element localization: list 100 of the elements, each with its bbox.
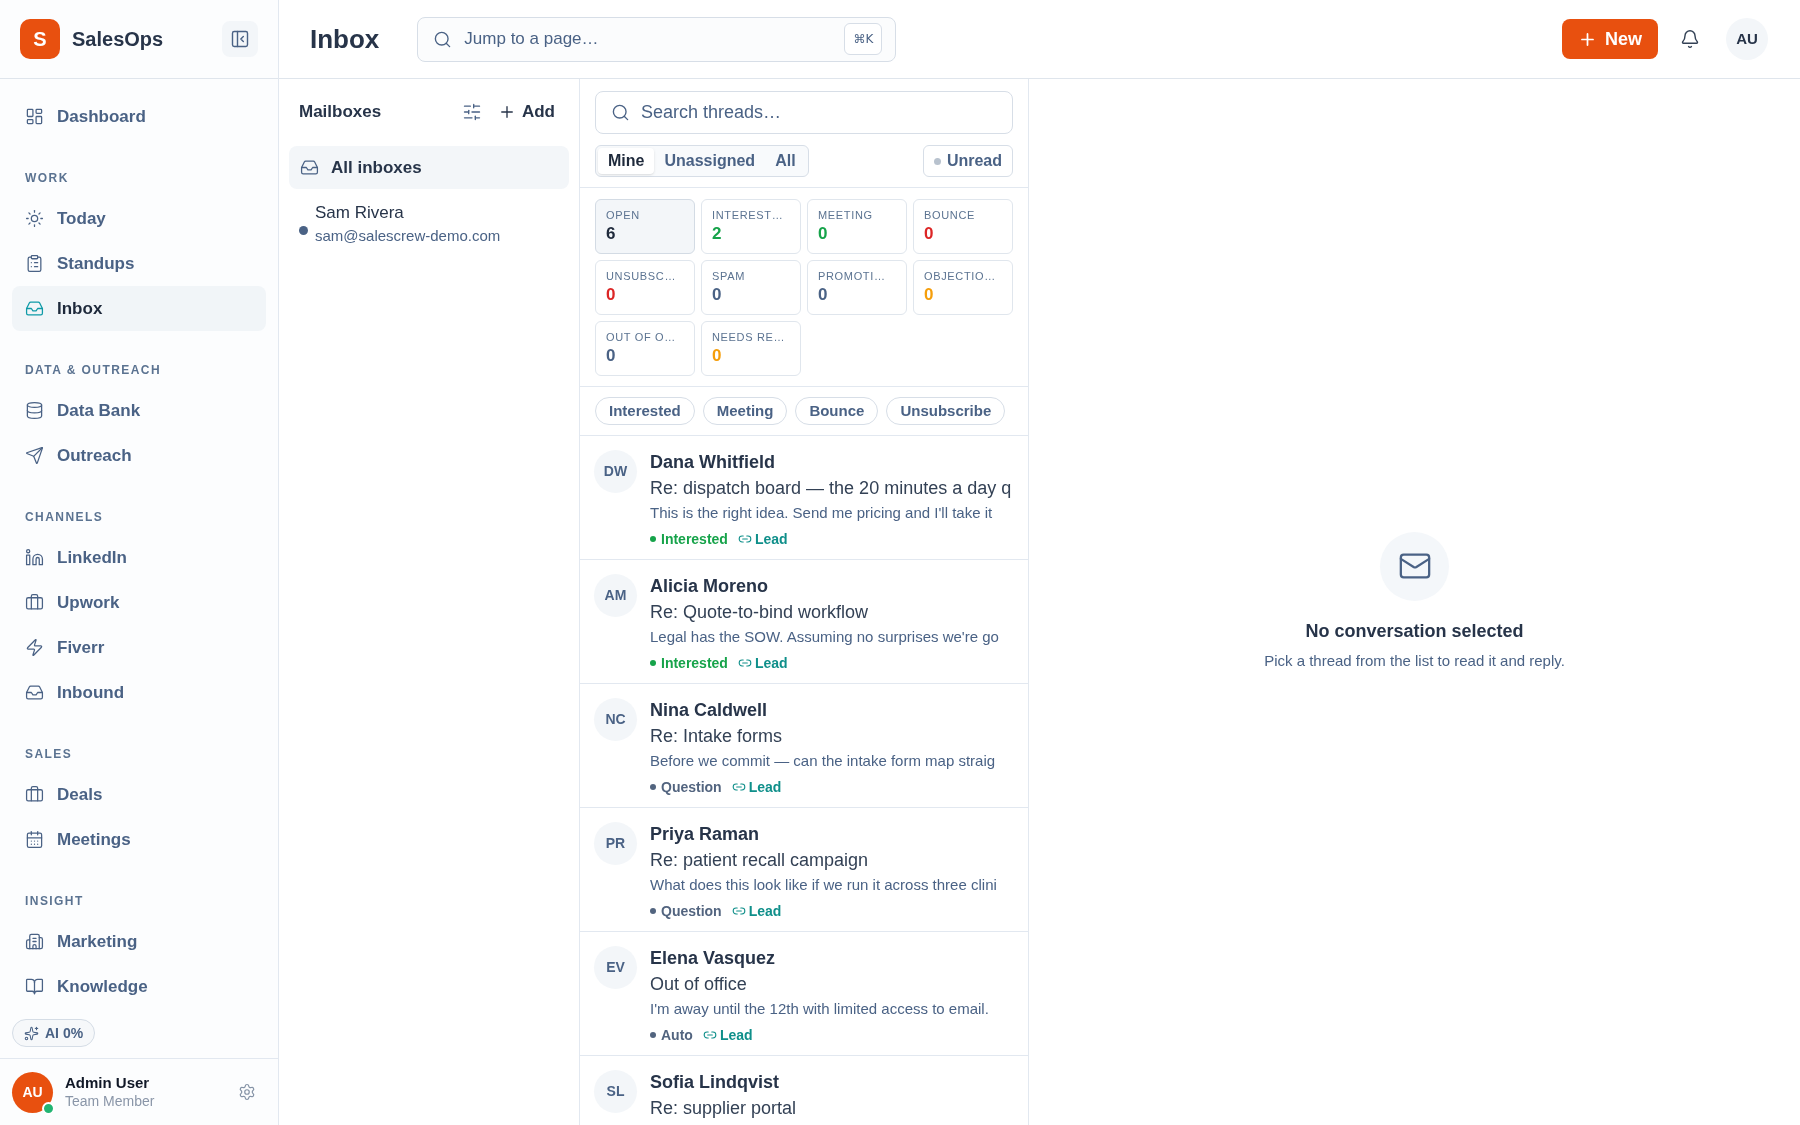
sender-name: Nina Caldwell bbox=[650, 699, 769, 722]
shortcut-hint: ⌘K bbox=[844, 22, 883, 55]
contact-avatar: PR bbox=[594, 822, 637, 865]
stat-card[interactable]: OBJECTIO… 0 bbox=[913, 260, 1013, 315]
database-icon bbox=[25, 401, 44, 420]
filter-chip[interactable]: Meeting bbox=[702, 397, 788, 425]
settings-icon bbox=[238, 1083, 256, 1101]
unread-filter-button[interactable]: Unread bbox=[922, 145, 1013, 177]
sparkle-icon bbox=[24, 1025, 39, 1041]
collapse-sidebar-button[interactable] bbox=[222, 21, 258, 57]
stat-value: 2 bbox=[712, 223, 722, 245]
nav-item[interactable]: Fiverr bbox=[12, 625, 266, 670]
user-avatar: AU bbox=[12, 1071, 53, 1113]
filter-chip[interactable]: Unsubscribe bbox=[886, 397, 1006, 425]
nav-item[interactable]: Knowledge bbox=[12, 964, 266, 1009]
thread-snippet: Before we commit — can the intake form map straig bbox=[650, 751, 996, 771]
stat-card[interactable]: MEETING 0 bbox=[807, 199, 907, 254]
linkedin-icon bbox=[25, 548, 44, 567]
nav-item[interactable]: Upwork bbox=[12, 580, 266, 625]
thread-subject: Re: supplier portal bbox=[650, 1097, 797, 1120]
lead-link[interactable]: Lead bbox=[737, 652, 788, 674]
empty-state-title: No conversation selected bbox=[1305, 619, 1524, 643]
stat-label: NEEDS RE… bbox=[712, 330, 786, 345]
thread-row[interactable]: SL Sofia Lindqvist Re: supplier portal bbox=[580, 1056, 1028, 1125]
nav-item[interactable]: LinkedIn bbox=[12, 535, 266, 580]
mailbox-item[interactable]: Sam Rivera sam@salescrew-demo.com bbox=[289, 195, 569, 252]
user-avatar-button[interactable]: AU bbox=[1726, 18, 1768, 60]
ai-usage-pill[interactable]: AI 0% bbox=[12, 1019, 96, 1047]
stat-card[interactable]: NEEDS RE… 0 bbox=[701, 321, 801, 376]
thread-snippet: I'm away until the 12th with limited access to email. bbox=[650, 999, 989, 1019]
sender-name: Dana Whitfield bbox=[650, 451, 776, 474]
new-button[interactable]: New bbox=[1562, 19, 1658, 59]
stat-label: INTEREST… bbox=[712, 208, 784, 223]
thread-subject: Re: Quote-to-bind workflow bbox=[650, 601, 870, 624]
user-name: Admin User bbox=[65, 1073, 151, 1093]
briefcase-icon bbox=[25, 785, 44, 804]
nav-item[interactable]: Today bbox=[12, 196, 266, 241]
thread-row[interactable]: EV Elena Vasquez Out of office I'm away until the 12th with limited access to email. Auto Lead bbox=[580, 932, 1028, 1056]
stat-card[interactable]: UNSUBSC… 0 bbox=[595, 260, 695, 315]
nav-item[interactable]: Dashboard bbox=[12, 94, 266, 139]
lead-link[interactable]: Lead bbox=[731, 776, 782, 798]
dashboard-icon bbox=[25, 107, 44, 126]
page-title: Inbox bbox=[310, 22, 380, 56]
stat-card[interactable]: OUT OF O… 0 bbox=[595, 321, 695, 376]
stat-label: SPAM bbox=[712, 269, 745, 284]
scope-tab[interactable]: All bbox=[765, 148, 806, 174]
stat-card[interactable]: SPAM 0 bbox=[701, 260, 801, 315]
user-role: Team Member bbox=[65, 1092, 155, 1111]
stat-value: 0 bbox=[712, 284, 722, 306]
bell-icon bbox=[1680, 29, 1700, 49]
calendar-icon bbox=[25, 830, 44, 849]
nav-item[interactable]: Data Bank bbox=[12, 388, 266, 433]
stat-value: 0 bbox=[712, 345, 722, 367]
clipboard-icon bbox=[25, 254, 44, 273]
nav-item[interactable]: Inbound bbox=[12, 670, 266, 715]
nav-item[interactable]: Inbox bbox=[12, 286, 266, 331]
lead-link[interactable]: Lead bbox=[737, 528, 788, 550]
nav-item[interactable]: Meetings bbox=[12, 817, 266, 862]
link-icon bbox=[737, 656, 752, 670]
paper-plane-icon bbox=[25, 446, 44, 465]
nav-item[interactable]: Outreach bbox=[12, 433, 266, 478]
thread-snippet: What does this look like if we run it across three clini bbox=[650, 875, 997, 895]
section-label: DATA & OUTREACH bbox=[24, 362, 163, 378]
stat-label: OPEN bbox=[606, 208, 640, 223]
section-label: INSIGHT bbox=[24, 893, 85, 909]
scope-tab[interactable]: Unassigned bbox=[654, 148, 766, 174]
stat-label: OBJECTIO… bbox=[924, 269, 996, 284]
lead-link[interactable]: Lead bbox=[731, 900, 782, 922]
thread-snippet: This is the right idea. Send me pricing and I'll take it bbox=[650, 503, 994, 523]
add-mailbox-button[interactable]: Add bbox=[493, 98, 559, 126]
stat-card[interactable]: INTEREST… 2 bbox=[701, 199, 801, 254]
stat-card[interactable]: PROMOTI… 0 bbox=[807, 260, 907, 315]
thread-search-field[interactable]: Search threads… bbox=[595, 91, 1013, 134]
nav-item[interactable]: Deals bbox=[12, 772, 266, 817]
stat-value: 0 bbox=[606, 345, 616, 367]
search-icon bbox=[611, 103, 630, 122]
stat-card[interactable]: OPEN 6 bbox=[595, 199, 695, 254]
thread-row[interactable]: NC Nina Caldwell Re: Intake forms Before we commit — can the intake form map straig Question Lead bbox=[580, 684, 1028, 808]
scope-tab[interactable]: Mine bbox=[598, 148, 655, 174]
nav-item[interactable]: Marketing bbox=[12, 919, 266, 964]
sender-name: Alicia Moreno bbox=[650, 575, 770, 598]
panel-left-icon bbox=[230, 29, 250, 49]
sliders-icon bbox=[461, 102, 482, 122]
mailbox-item[interactable]: All inboxes bbox=[289, 146, 569, 189]
stat-value: 0 bbox=[606, 284, 616, 306]
stat-label: PROMOTI… bbox=[818, 269, 886, 284]
lead-link[interactable]: Lead bbox=[702, 1024, 753, 1046]
filter-chip[interactable]: Interested bbox=[595, 397, 695, 425]
filter-chip[interactable]: Bounce bbox=[795, 397, 879, 425]
contact-avatar: AM bbox=[594, 574, 637, 617]
stat-value: 0 bbox=[818, 223, 828, 245]
thread-row[interactable]: DW Dana Whitfield Re: dispatch board — the 20 minutes a day q This is the right idea. Send me pricing and I'll take it Interested Lead bbox=[580, 436, 1028, 560]
nav-item[interactable]: Standups bbox=[12, 241, 266, 286]
briefcase-icon bbox=[25, 593, 44, 612]
thread-row[interactable]: PR Priya Raman Re: patient recall campaign What does this look like if we run it across three clini Question Lead bbox=[580, 808, 1028, 932]
contact-avatar: SL bbox=[594, 1070, 637, 1113]
thread-row[interactable]: AM Alicia Moreno Re: Quote-to-bind workflow Legal has the SOW. Assuming no surprises we're go Interested Lead bbox=[580, 560, 1028, 684]
brand-name: SalesOps bbox=[72, 27, 164, 52]
building-icon bbox=[25, 932, 44, 951]
stat-card[interactable]: BOUNCE 0 bbox=[913, 199, 1013, 254]
